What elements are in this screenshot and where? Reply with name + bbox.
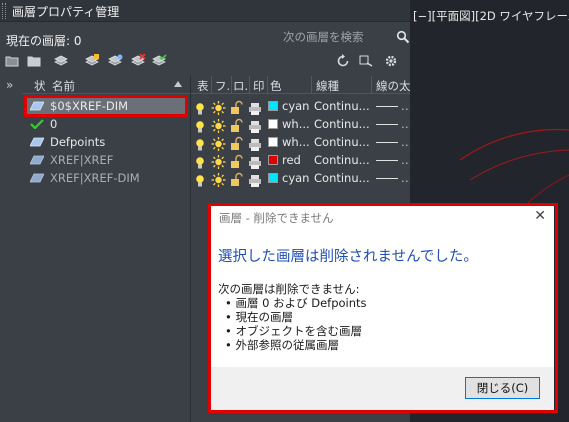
color-swatch[interactable] <box>268 173 278 183</box>
dialog-highlight-frame <box>208 203 558 413</box>
refresh-icon[interactable] <box>334 52 352 70</box>
color-name: wh... <box>282 117 310 131</box>
layer-name: Defpoints <box>50 135 106 149</box>
layer-search-box[interactable]: 次の画層を検索 <box>283 28 410 46</box>
lock-column-header[interactable]: ロ. <box>233 78 248 94</box>
delete-layer-icon[interactable] <box>129 52 147 70</box>
selection-highlight-frame <box>24 95 188 117</box>
linetype-name[interactable]: Continu... <box>314 171 370 185</box>
new-layer-icon[interactable] <box>83 52 101 70</box>
lineweight-column-header[interactable]: 線の太 <box>376 78 411 94</box>
name-column-header[interactable]: 名前 <box>52 78 75 94</box>
new-property-filter-icon[interactable] <box>3 52 21 70</box>
color-name: wh... <box>282 135 310 149</box>
lineweight-sample[interactable] <box>376 124 398 125</box>
color-swatch[interactable] <box>268 155 278 165</box>
linetype-name[interactable]: Continu... <box>314 99 370 113</box>
search-input[interactable]: 次の画層を検索 <box>283 29 364 45</box>
color-name: red <box>282 153 301 167</box>
collapse-panel-icon[interactable]: » <box>6 78 13 92</box>
freeze-column-header[interactable]: フ. <box>215 78 230 94</box>
unlock-icon[interactable] <box>230 171 243 189</box>
layer-item-xref-xref[interactable]: XREF|XREF <box>26 151 186 169</box>
palette-toolbar <box>0 52 410 72</box>
lineweight-sample[interactable] <box>376 106 398 107</box>
layer-grid-row[interactable]: cyan Continu...… <box>190 97 413 115</box>
drag-grip-icon[interactable] <box>2 3 6 19</box>
tree-header: 状 名前 <box>22 76 190 94</box>
layer-grid-row[interactable]: wh... Continu...… <box>190 133 413 151</box>
linetype-name[interactable]: Continu... <box>314 153 370 167</box>
layer-name: XREF|XREF-DIM <box>50 171 140 185</box>
current-layer-label: 現在の画層: 0 <box>6 34 82 48</box>
current-layer-check-icon <box>30 119 44 129</box>
layer-name: XREF|XREF <box>50 153 114 167</box>
lineweight-sample[interactable] <box>376 178 398 179</box>
color-column-header[interactable]: 色 <box>270 78 282 94</box>
layer-item-xref-xref-dim[interactable]: XREF|XREF-DIM <box>26 169 186 187</box>
lineweight-sample[interactable] <box>376 142 398 143</box>
plot-column-header[interactable]: 印 <box>253 78 265 94</box>
sun-icon[interactable] <box>211 171 226 189</box>
layer-grid-row[interactable]: red Continu...… <box>190 151 413 169</box>
status-column-header[interactable]: 状 <box>34 78 46 94</box>
set-current-icon[interactable] <box>150 52 168 70</box>
xref-layer-icon <box>30 173 44 183</box>
color-swatch[interactable] <box>268 119 278 129</box>
palette-titlebar[interactable]: 画層プロパティ管理 <box>0 0 410 22</box>
linetype-name[interactable]: Continu... <box>314 135 370 149</box>
grid-header: 表 フ. ロ. 印 色 線種 線の太 <box>191 76 411 94</box>
layer-icon <box>30 137 44 147</box>
layer-settings-icon[interactable] <box>357 52 375 70</box>
layer-name: 0 <box>50 117 58 131</box>
linetype-name[interactable]: Continu... <box>314 117 370 131</box>
color-swatch[interactable] <box>268 101 278 111</box>
palette-title: 画層プロパティ管理 <box>12 5 120 19</box>
color-swatch[interactable] <box>268 137 278 147</box>
search-icon[interactable] <box>396 30 410 44</box>
xref-layer-icon <box>30 155 44 165</box>
on-column-header[interactable]: 表 <box>197 78 209 94</box>
color-name: cyan <box>282 171 310 185</box>
lineweight-sample[interactable] <box>376 160 398 161</box>
layer-grid-row[interactable]: wh... Continu...… <box>190 115 413 133</box>
layer-item-0[interactable]: 0 <box>26 115 186 133</box>
layer-item-defpoints[interactable]: Defpoints <box>26 133 186 151</box>
layer-states-icon[interactable] <box>52 52 70 70</box>
lightbulb-icon[interactable] <box>195 172 205 190</box>
gear-icon[interactable] <box>382 52 400 70</box>
sort-ascending-icon <box>174 81 182 87</box>
layer-grid-row[interactable]: cyan Continu...… <box>190 169 413 190</box>
plot-icon[interactable] <box>249 172 261 190</box>
new-group-filter-icon[interactable] <box>25 52 43 70</box>
linetype-column-header[interactable]: 線種 <box>316 78 339 94</box>
color-name: cyan <box>282 99 310 113</box>
new-vp-frozen-layer-icon[interactable] <box>106 52 124 70</box>
